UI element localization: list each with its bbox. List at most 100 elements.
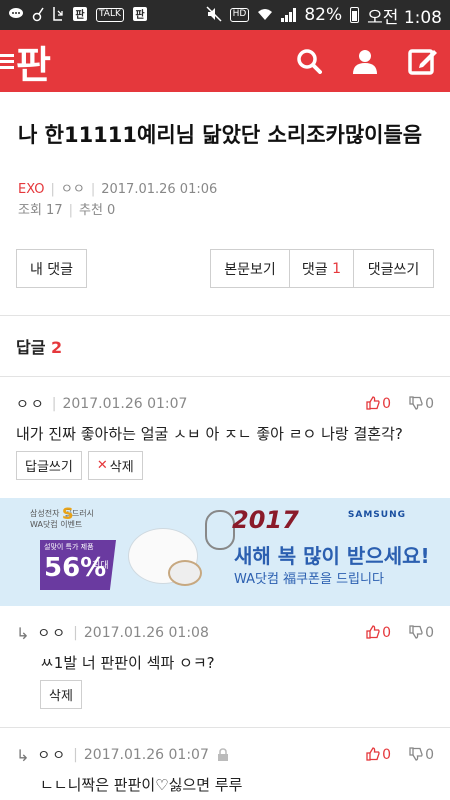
ad-s-mark: S [62,504,74,523]
post-author: ㅇㅇ [60,182,85,197]
downvote-button[interactable]: 0 [409,625,434,641]
comment-actions: 답글쓰기 ✕ 삭제 [16,451,434,498]
comments-label: 댓글 [301,261,328,278]
view-tabs: 본문보기 댓글 1 댓글쓰기 [210,249,434,288]
status-bar-left: 판 TALK 판 [8,6,148,25]
clock: 오전 1:08 [367,7,442,28]
ad-discount-badge: 설맞이 특가 제품 56% 최대 [40,540,116,590]
upvote-count: 0 [382,625,392,641]
post-title: 나 한11111예리님 닮았단 소리조카많이들음 [18,123,423,147]
post-recommend: 추천 0 [79,203,116,218]
comment-votes: 0 0 [366,396,434,412]
reply: ↳ ㅇㅇ | 2017.01.26 01:08 0 0 ㅆ1발 너 판판이 섹파… [0,606,450,727]
downvote-button[interactable]: 0 [409,396,434,412]
replies-label: 답글 [16,338,46,357]
write-comment-button[interactable]: 댓글쓰기 [354,249,434,288]
thumbs-up-icon [366,396,380,410]
post-meta: EXO | ㅇㅇ | 2017.01.26 01:06 조회 17 | 추천 0 [18,182,218,218]
ad-brand: SAMSUNG [347,510,406,520]
replies-header: 답글 2 [0,316,450,376]
reply-date: 2017.01.26 01:08 [83,625,209,641]
reply-body: ㄴㄴ니짝은 판판이♡싫으면 루루 [40,776,243,794]
comment-body: 내가 진짜 좋아하는 얼굴 ㅅㅂ 아 ㅈㄴ 좋아 ㄹㅇ 나랑 결혼각? [16,425,403,443]
status-bar: 판 TALK 판 HD 82% 오전 1:08 [0,0,450,30]
thumbs-down-icon [409,625,423,639]
pan-app-icon: 판 [132,6,148,25]
delete-label: 삭제 [109,460,134,475]
svg-text:판: 판 [135,8,145,21]
reply-date: 2017.01.26 01:07 [83,747,209,763]
menu-icon[interactable] [0,53,14,69]
reply-arrow-icon: ↳ [16,623,30,643]
status-bar-right: HD 82% 오전 1:08 [206,3,442,28]
write-icon[interactable] [408,46,438,76]
reply-button[interactable]: 답글쓰기 [16,451,82,480]
speaker-image [168,560,202,586]
reply-actions: 삭제 [16,680,434,727]
post-action-row: 내 댓글 본문보기 댓글 1 댓글쓰기 [0,221,450,288]
upvote-button[interactable]: 0 [366,625,391,641]
my-comments-button[interactable]: 내 댓글 [16,249,87,288]
reply-header: ↳ ㅇㅇ | 2017.01.26 01:07 0 0 [16,745,434,765]
ad-badge-top: 설맞이 특가 제품 [44,543,94,551]
wifi-icon [257,7,273,24]
thumbs-up-icon [366,747,380,761]
ad-headline: 새해 복 많이 받으세요! [234,544,430,568]
reply-votes: 0 0 [366,747,434,763]
comments-button[interactable]: 댓글 1 [290,249,354,288]
reply-votes: 0 0 [366,625,434,641]
comment: ㅇㅇ | 2017.01.26 01:07 0 0 내가 진짜 좋아하는 얼굴 … [0,377,450,498]
battery-icon [350,7,360,23]
hd-icon: HD [229,8,250,22]
downvote-count: 0 [425,625,434,641]
post-views: 조회 17 [18,203,63,218]
home-logo[interactable]: 판 [0,34,51,89]
upvote-count: 0 [382,396,392,412]
svg-text:판: 판 [75,8,85,21]
lock-icon [217,748,229,762]
delete-button[interactable]: ✕ 삭제 [87,451,143,480]
ad-badge-max: 최대 [92,561,109,571]
reply-header: ↳ ㅇㅇ | 2017.01.26 01:08 0 0 [16,623,434,643]
app-bar: 판 [0,30,450,92]
thumbs-down-icon [409,396,423,410]
reply: ↳ ㅇㅇ | 2017.01.26 01:07 0 0 ㄴㄴ니짝은 판판이♡싫으… [0,728,450,800]
talk-icon: TALK [96,8,124,22]
replies-count: 2 [51,338,63,357]
ad-subtext: WA닷컴 福쿠폰을 드립니다 [234,572,384,587]
key-icon [32,6,44,25]
upvote-button[interactable]: 0 [366,747,391,763]
downvote-count: 0 [425,396,434,412]
delete-x-icon: ✕ [96,458,108,473]
chat-icon [8,7,24,24]
delete-button[interactable]: 삭제 [40,680,82,709]
comment-header: ㅇㅇ | 2017.01.26 01:07 0 0 [16,396,434,413]
upvote-button[interactable]: 0 [366,396,391,412]
comment-author: ㅇㅇ [16,397,46,413]
search-icon[interactable] [296,48,322,74]
post-category[interactable]: EXO [18,182,45,197]
downvote-button[interactable]: 0 [409,747,434,763]
post-date: 2017.01.26 01:06 [101,182,218,197]
ad-year: 2017 [232,506,299,534]
reply-arrow-icon: ↳ [16,745,30,765]
view-post-button[interactable]: 본문보기 [210,249,290,288]
logo-text: 판 [16,42,51,87]
ad-banner[interactable]: 삼성전자 골드러시 WA닷컴 이벤트 S 설맞이 특가 제품 56% 최대 20… [0,498,450,606]
thumbs-down-icon [409,747,423,761]
signal-icon [281,8,297,22]
download-icon [52,6,64,25]
reply-author: ㅇㅇ [37,748,68,764]
thumbs-up-icon [366,625,380,639]
app-bar-actions [296,46,438,76]
comment-date: 2017.01.26 01:07 [62,396,188,412]
earphones-image [205,510,235,550]
pan-app-icon: 판 [72,6,88,25]
comments-count: 1 [332,260,342,277]
mute-icon [206,5,222,25]
upvote-count: 0 [382,747,392,763]
battery-percent: 82% [304,5,343,25]
downvote-count: 0 [425,747,434,763]
reply-body: ㅆ1발 너 판판이 섹파 ㅇㅋ? [40,654,215,672]
profile-icon[interactable] [352,48,378,74]
